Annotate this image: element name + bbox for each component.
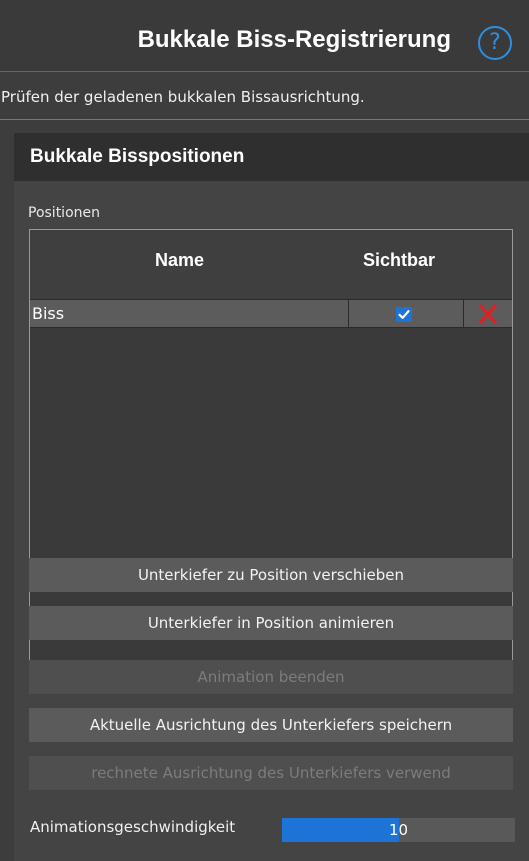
positions-label: Positionen (28, 205, 100, 221)
panel-header: Bukkale Biss-Registrierung ? (0, 0, 529, 72)
stop-animation-button[interactable]: Animation beenden (29, 660, 513, 694)
row-visible-cell (349, 300, 464, 328)
close-x-icon[interactable] (464, 300, 512, 328)
move-to-position-button[interactable]: Unterkiefer zu Position verschieben (29, 558, 513, 592)
bite-positions-section: Bukkale Bisspositionen Positionen Name S… (14, 133, 529, 861)
row-name-cell[interactable]: Biss (30, 300, 349, 328)
column-header-name[interactable]: Name (155, 250, 204, 271)
section-title[interactable]: Bukkale Bisspositionen (14, 133, 529, 181)
animation-speed-value: 10 (388, 821, 409, 839)
save-alignment-button[interactable]: Aktuelle Ausrichtung des Unterkiefers sp… (29, 708, 513, 742)
help-icon[interactable]: ? (478, 26, 512, 60)
row-delete-cell (464, 300, 512, 328)
column-header-visible[interactable]: Sichtbar (363, 250, 435, 271)
checkmark-icon (398, 310, 410, 319)
table-row[interactable]: Biss (30, 300, 512, 328)
visible-checkbox[interactable] (396, 307, 412, 322)
panel-title: Bukkale Biss-Registrierung (137, 26, 451, 53)
panel-description: Prüfen der geladenen bukkalen Bissausric… (0, 74, 529, 120)
use-calculated-alignment-button[interactable]: rechnete Ausrichtung des Unterkiefers ve… (29, 756, 513, 790)
animate-to-position-button[interactable]: Unterkiefer in Position animieren (29, 606, 513, 640)
animation-speed-slider[interactable]: 10 (282, 818, 515, 842)
table-header: Name Sichtbar (30, 230, 512, 300)
